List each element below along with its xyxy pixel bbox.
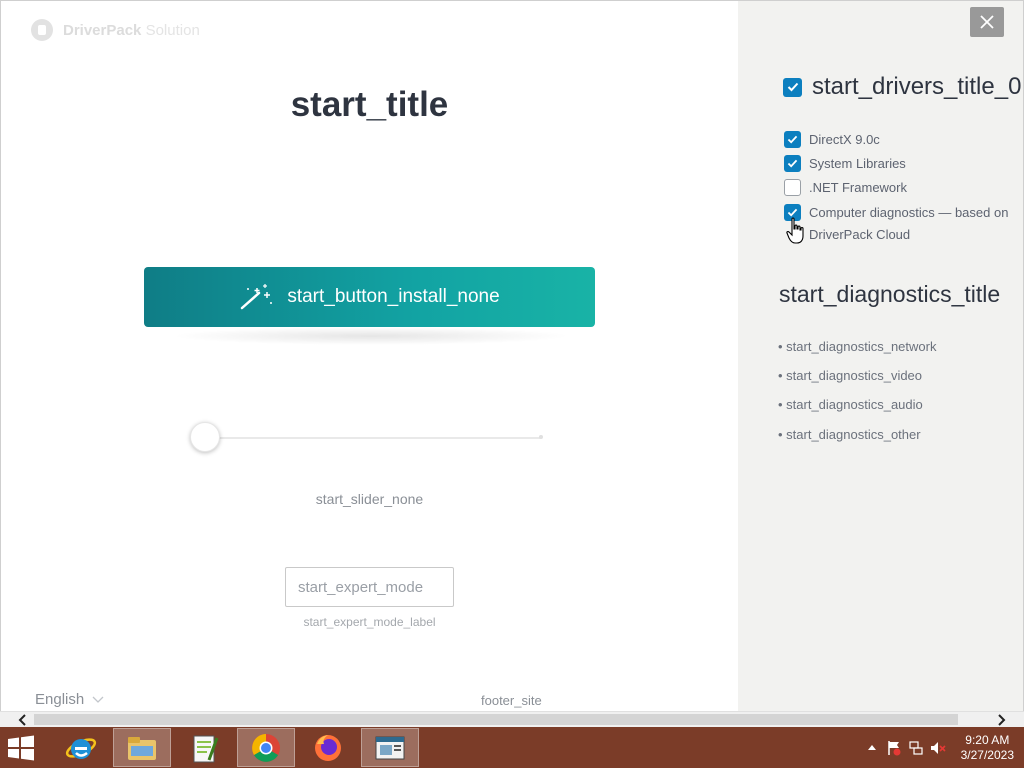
- option-net-framework-checkbox[interactable]: [784, 179, 801, 196]
- taskbar-internet-explorer[interactable]: [52, 728, 110, 767]
- network-icon: [909, 740, 923, 755]
- diagnostics-item-network: • start_diagnostics_network: [778, 339, 937, 354]
- logo-text-suffix: Solution: [145, 21, 200, 39]
- driverpack-window-icon: [375, 736, 405, 759]
- slider-label: start_slider_none: [315, 491, 424, 507]
- flag-icon: [887, 740, 901, 755]
- taskbar-file-explorer[interactable]: [113, 728, 171, 767]
- folder-icon: [128, 736, 156, 760]
- chevron-up-icon: [867, 744, 876, 750]
- footer-site-link[interactable]: footer_site: [481, 693, 542, 708]
- option-directx-checkbox[interactable]: [784, 131, 801, 148]
- drivers-title-text: start_drivers_title_0: [812, 73, 1022, 100]
- magic-wand-icon: [241, 284, 273, 310]
- slider-end-dot: [539, 435, 543, 439]
- chevron-left-icon: [18, 714, 26, 726]
- drivers-title-checkbox[interactable]: [783, 77, 802, 97]
- diagnostics-item-other: • start_diagnostics_other: [778, 427, 921, 442]
- windows-logo-icon: [8, 735, 34, 761]
- expert-mode-input[interactable]: [285, 567, 454, 607]
- clock-date: 3/27/2023: [960, 747, 1014, 762]
- option-system-libraries-label: System Libraries: [809, 156, 906, 171]
- option-computer-diagnostics-label: Computer diagnostics — based on DriverPa…: [809, 205, 1009, 242]
- close-icon: [980, 15, 994, 29]
- clock-time: 9:20 AM: [965, 732, 1010, 747]
- install-button-shadow: [171, 327, 571, 345]
- drivers-panel: [738, 1, 1023, 711]
- language-selector[interactable]: English: [35, 691, 104, 708]
- main-pane: DriverPack Solution start_title start_bu…: [1, 1, 738, 711]
- notepad-plus-plus-icon: [193, 735, 219, 762]
- checkmark-icon: [787, 159, 798, 168]
- checkmark-icon: [787, 208, 798, 217]
- checkmark-icon: [787, 135, 798, 144]
- page-title: start_title: [290, 85, 449, 124]
- start-button[interactable]: [6, 735, 40, 761]
- horizontal-scrollbar[interactable]: [0, 711, 1024, 727]
- expert-mode-label: start_expert_mode_label: [303, 615, 436, 629]
- taskbar: 9:20 AM 3/27/2023: [0, 727, 1024, 768]
- option-computer-diagnostics[interactable]: Computer diagnostics — based on DriverPa…: [784, 202, 1023, 246]
- action-center-button[interactable]: [886, 740, 902, 756]
- close-button[interactable]: [970, 7, 1004, 37]
- firefox-icon: [315, 734, 341, 761]
- diagnostics-title: start_diagnostics_title: [779, 281, 1001, 307]
- hand-cursor-icon: [786, 217, 804, 244]
- internet-explorer-icon: [65, 737, 97, 759]
- network-button[interactable]: [908, 740, 924, 756]
- checkmark-icon: [787, 82, 798, 92]
- clock[interactable]: 9:20 AM 3/27/2023: [961, 733, 1014, 763]
- chevron-down-icon: [92, 696, 104, 703]
- option-system-libraries-checkbox[interactable]: [784, 155, 801, 172]
- option-net-framework-label: .NET Framework: [809, 180, 907, 195]
- show-hidden-icons-button[interactable]: [864, 740, 880, 756]
- driverpack-logo-icon: [31, 19, 53, 41]
- taskbar-firefox[interactable]: [299, 728, 357, 767]
- app-logo: DriverPack Solution: [31, 19, 200, 41]
- scroll-right-arrow[interactable]: [994, 713, 1010, 727]
- language-value: English: [35, 691, 85, 708]
- chevron-right-icon: [998, 714, 1006, 726]
- taskbar-driverpack[interactable]: [361, 728, 419, 767]
- taskbar-notepad-plus-plus[interactable]: [175, 728, 233, 767]
- option-net-framework[interactable]: .NET Framework: [784, 177, 907, 199]
- volume-muted-icon: [930, 741, 946, 754]
- option-directx[interactable]: DirectX 9.0c: [784, 129, 880, 151]
- volume-button[interactable]: [930, 740, 946, 756]
- diagnostics-item-video: • start_diagnostics_video: [778, 368, 923, 383]
- system-tray: 9:20 AM 3/27/2023: [861, 727, 1024, 768]
- slider-thumb[interactable]: [190, 422, 220, 452]
- option-system-libraries[interactable]: System Libraries: [784, 153, 906, 175]
- app-window: DriverPack Solution start_title start_bu…: [0, 0, 1024, 712]
- install-button[interactable]: start_button_install_none: [144, 267, 595, 327]
- scroll-left-arrow[interactable]: [14, 713, 30, 727]
- option-directx-label: DirectX 9.0c: [809, 132, 880, 147]
- slider-track[interactable]: [205, 437, 541, 439]
- logo-text: DriverPack: [63, 21, 142, 39]
- scrollbar-thumb[interactable]: [34, 714, 958, 725]
- diagnostics-item-audio: • start_diagnostics_audio: [778, 397, 923, 412]
- drivers-title[interactable]: start_drivers_title_0: [783, 73, 1021, 101]
- install-button-label: start_button_install_none: [287, 286, 500, 307]
- chrome-icon: [252, 733, 280, 762]
- taskbar-chrome[interactable]: [237, 728, 295, 767]
